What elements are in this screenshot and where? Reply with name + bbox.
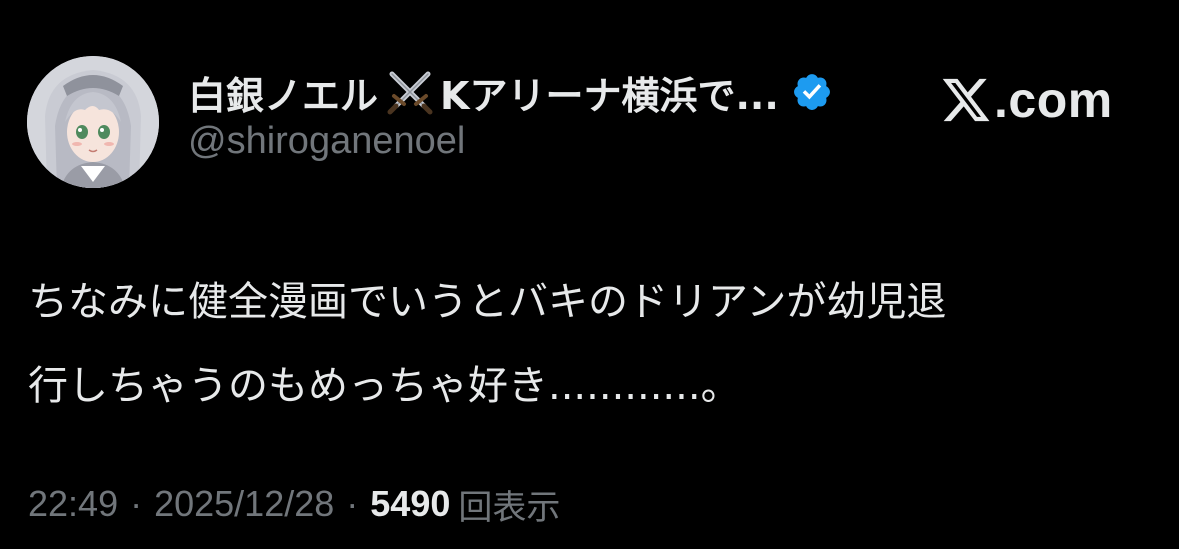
views-label: 回表示 xyxy=(458,487,561,528)
tweet-text: ちなみに健全漫画でいうとバキのドリアンが幼児退 行しちゃうのもめっちゃ好き...… xyxy=(28,260,1148,428)
tweet-text-line: 行しちゃうのもめっちゃ好き............。 xyxy=(28,363,741,409)
tweet-date[interactable]: 2025/12/28 xyxy=(154,483,334,525)
x-logo-icon xyxy=(940,74,992,126)
tweet-text-line: ちなみに健全漫画でいうとバキのドリアンが幼児退 xyxy=(28,279,947,325)
views-count[interactable]: 5490 xyxy=(370,483,450,525)
tweet-meta: 22:49 · 2025/12/28 · 5490 回表示 xyxy=(28,478,560,530)
avatar-icon xyxy=(27,56,159,188)
author-name-row[interactable]: 白銀ノエル Kアリーナ横浜で... xyxy=(188,64,833,120)
crossed-swords-icon xyxy=(384,68,436,116)
tweet-card: 白銀ノエル Kアリーナ横浜で... @shiroganenoel .com ちな… xyxy=(0,0,1179,549)
brand-logo[interactable]: .com xyxy=(940,70,1113,130)
author-display-name-rest[interactable]: Kアリーナ横浜で... xyxy=(440,65,779,120)
brand-domain: .com xyxy=(994,72,1113,128)
meta-separator: · xyxy=(346,483,359,524)
avatar[interactable] xyxy=(27,56,159,188)
author-display-name[interactable]: 白銀ノエル xyxy=(188,65,378,120)
meta-separator: · xyxy=(130,483,143,524)
verified-badge-icon[interactable] xyxy=(791,71,833,113)
author-handle[interactable]: @shiroganenoel xyxy=(188,120,465,163)
tweet-time[interactable]: 22:49 xyxy=(28,483,118,525)
